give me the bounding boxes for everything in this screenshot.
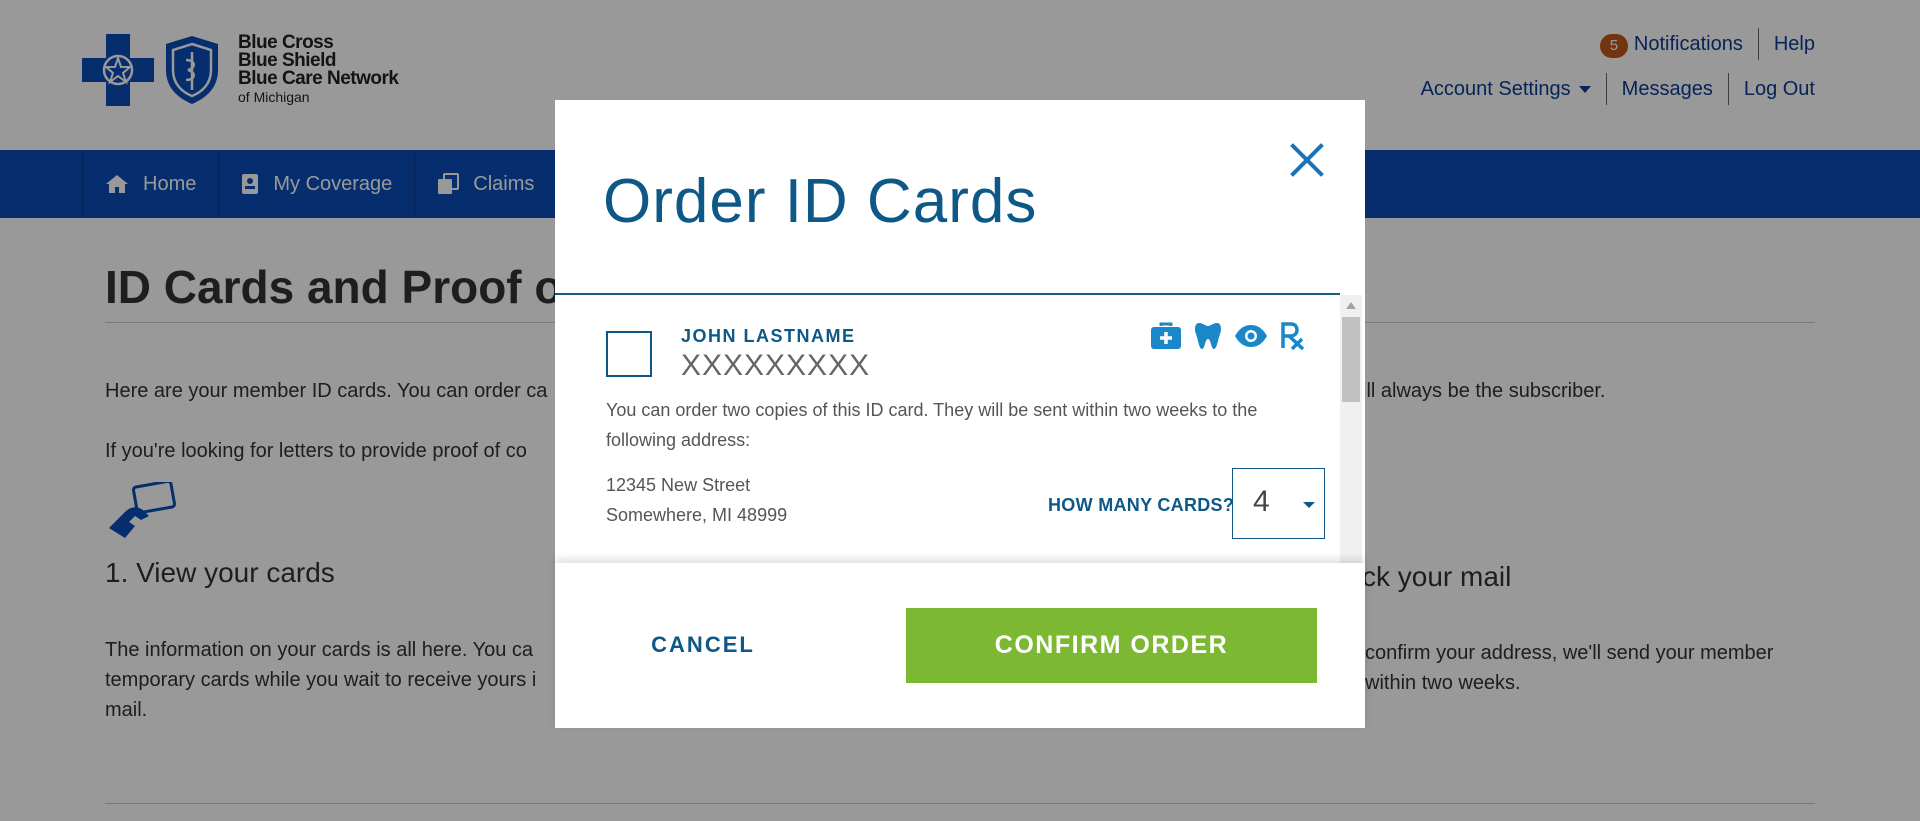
cancel-button[interactable]: CANCEL [603,608,803,682]
card-order-description: You can order two copies of this ID card… [606,400,1258,450]
confirm-order-button[interactable]: CONFIRM ORDER [906,608,1317,683]
rx-icon [1280,322,1306,350]
card-quantity-select[interactable]: 4 [1232,468,1325,539]
medical-bag-icon [1150,322,1182,350]
member-name: JOHN LASTNAME [681,326,856,346]
chevron-down-icon [1303,502,1315,508]
coverage-icons [1150,321,1318,351]
modal-footer: CANCEL CONFIRM ORDER [555,563,1365,728]
member-id: XXXXXXXXX [681,349,871,382]
modal-title: Order ID Cards [603,167,1038,236]
how-many-cards-label: HOW MANY CARDS? [1048,495,1235,515]
select-card-checkbox[interactable] [606,331,652,377]
mailing-address: 12345 New Street Somewhere, MI 48999 [606,470,787,530]
order-id-cards-modal: Order ID Cards JOHN LASTNAME XXXXXXXXX Y… [555,100,1365,728]
card-quantity-value: 4 [1253,485,1270,518]
address-line-1: 12345 New Street [606,475,751,495]
scroll-up-arrow-icon[interactable] [1346,302,1356,309]
tooth-icon [1194,321,1222,351]
eye-icon [1234,324,1268,348]
card-list-scroll-area[interactable]: JOHN LASTNAME XXXXXXXXX You can order tw… [555,295,1365,563]
close-icon[interactable] [1285,138,1329,182]
scrollbar[interactable] [1340,295,1362,563]
scrollbar-thumb[interactable] [1342,317,1360,402]
address-line-2: Somewhere, MI 48999 [606,505,788,525]
